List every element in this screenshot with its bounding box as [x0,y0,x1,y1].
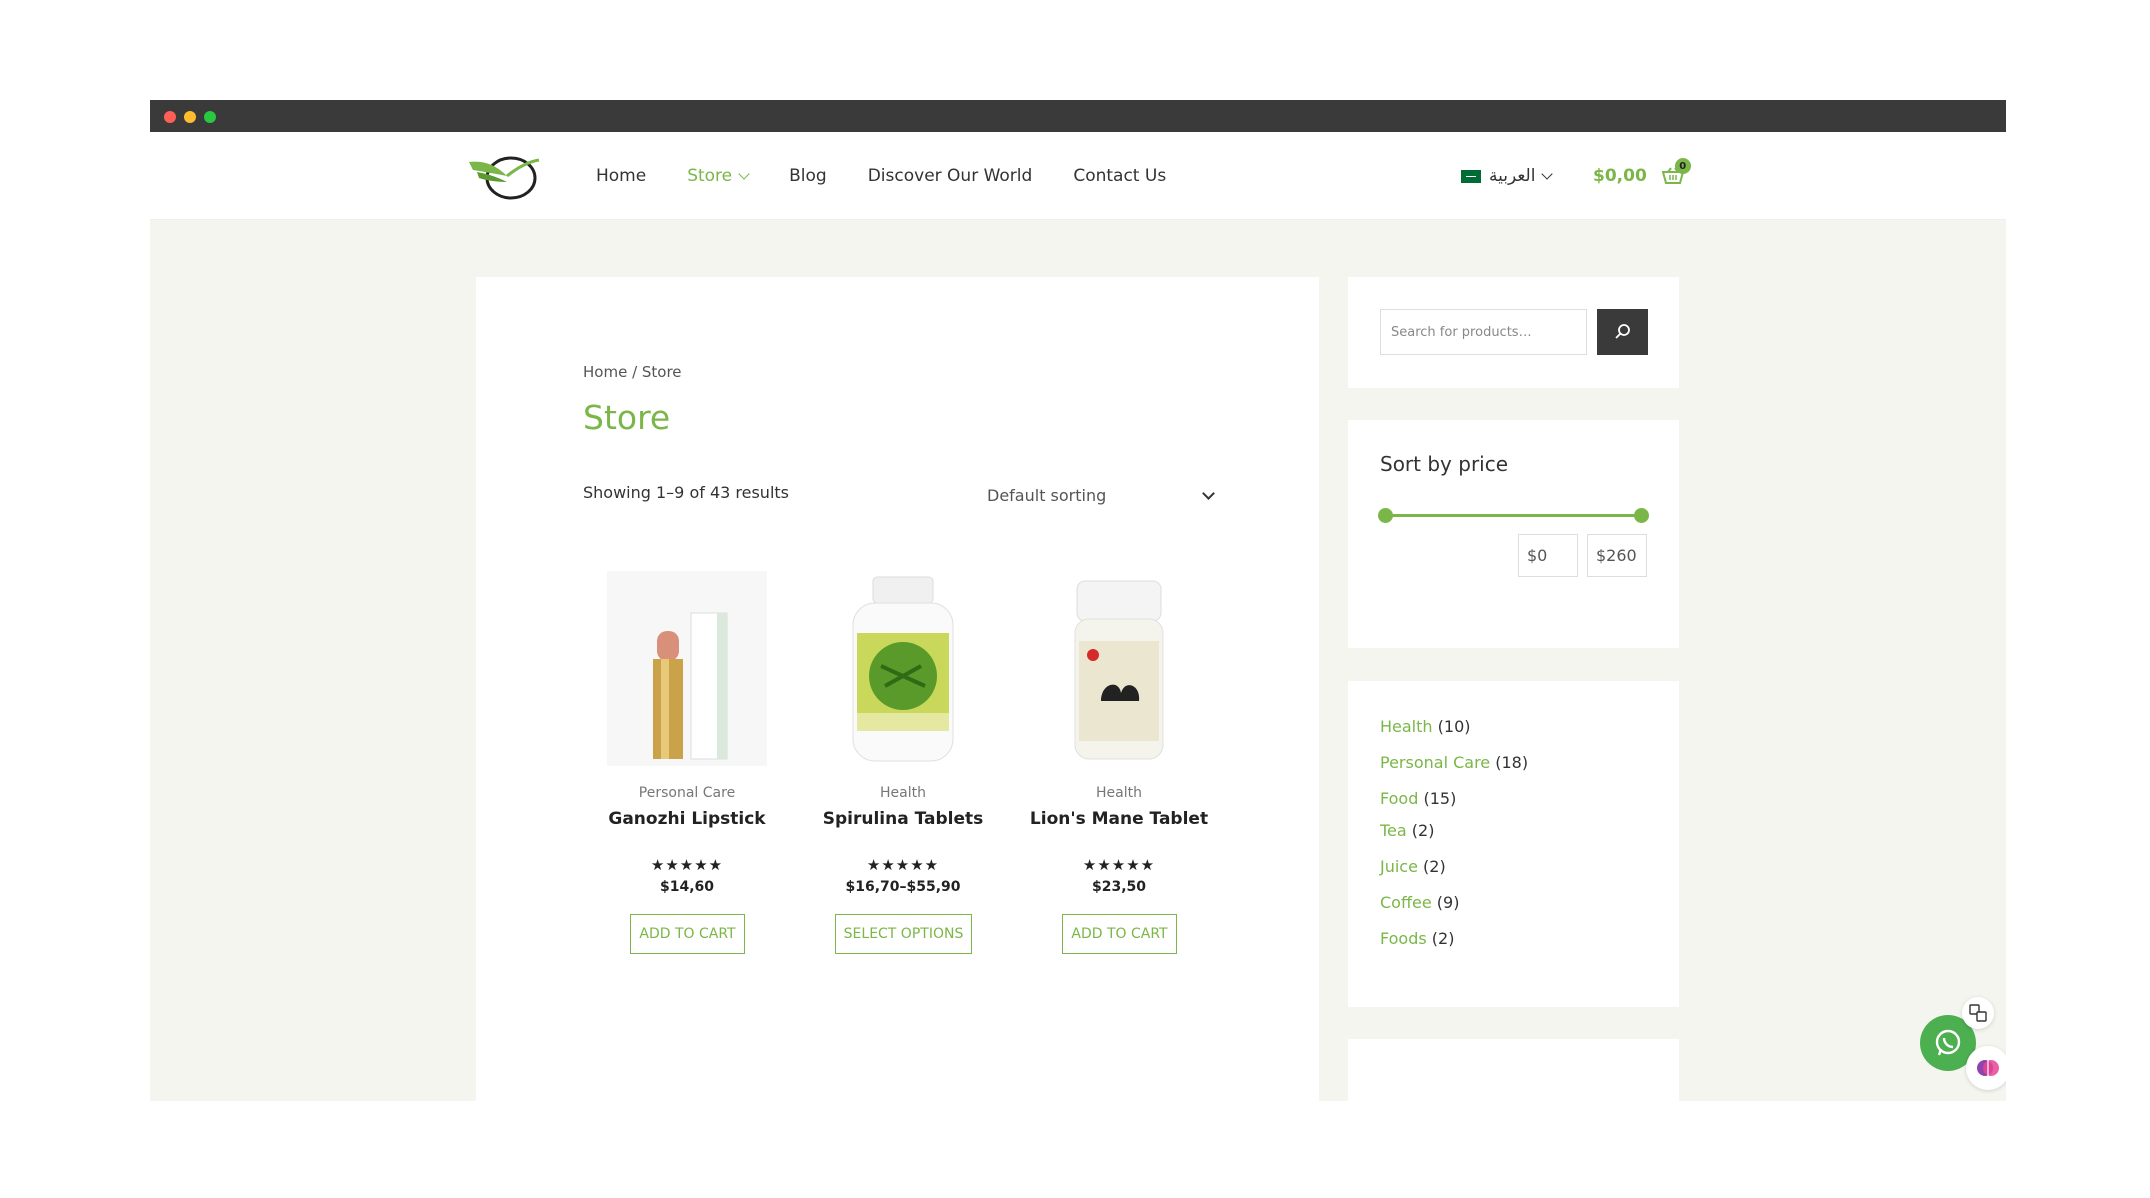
product-image[interactable] [607,571,767,766]
category-link[interactable]: Tea [1380,821,1407,840]
nav-home[interactable]: Home [596,166,646,186]
category-link[interactable]: Coffee [1380,893,1432,912]
category-count: (2) [1411,821,1435,840]
category-link[interactable]: Food [1380,789,1418,808]
category-link[interactable]: Juice [1380,857,1418,876]
sorting-value: Default sorting [987,486,1107,505]
language-label: العربية [1489,166,1536,186]
browser-window: Home Store Blog Discover Our World Conta… [150,100,2006,1101]
ai-assistant-button[interactable] [1966,1046,2006,1090]
price-slider-min-handle[interactable] [1378,508,1393,523]
product-category: Health [880,785,926,801]
sorting-select[interactable]: Default sorting [987,486,1215,505]
categories-widget: Health (10) Personal Care (18) Food (15)… [1348,681,1679,1007]
add-to-cart-button[interactable]: ADD TO CART [630,914,745,954]
max-price-input[interactable]: $260 [1587,534,1647,577]
minimize-window-button[interactable] [184,111,196,123]
page-title: Store [583,398,671,437]
add-to-cart-button[interactable]: ADD TO CART [1062,914,1177,954]
translate-icon [1969,1004,1987,1022]
translate-button[interactable] [1962,997,1994,1029]
nav-discover[interactable]: Discover Our World [868,166,1033,186]
product-category: Health [1096,785,1142,801]
price-filter-title: Sort by price [1380,452,1509,476]
nav-contact[interactable]: Contact Us [1073,166,1166,186]
star-rating: ★★★★★ [866,856,940,874]
main-nav: Home Store Blog Discover Our World Conta… [596,132,1166,220]
select-options-button[interactable]: SELECT OPTIONS [835,914,972,954]
brain-icon [1977,1060,1999,1076]
nav-store-label: Store [687,166,733,186]
product-price: $14,60 [659,879,715,895]
cart-count-badge: 0 [1674,158,1691,174]
chevron-down-icon [1541,167,1554,180]
site-logo[interactable] [467,148,543,204]
min-price-input[interactable]: $0 [1518,534,1578,577]
price-filter-widget: Sort by price $0 $260 [1348,420,1679,648]
category-item[interactable]: Coffee (9) [1380,893,1459,912]
result-count: Showing 1–9 of 43 results [583,483,789,502]
search-button[interactable] [1597,309,1648,355]
category-count: (2) [1423,857,1446,876]
star-rating: ★★★★★ [1082,856,1156,874]
whatsapp-icon [1935,1029,1961,1056]
product-price: $16,70–$55,90 [845,879,961,895]
chevron-down-icon [738,167,750,180]
product-name[interactable]: Lion's Mane Tablet [1019,809,1219,829]
chevron-down-icon [1202,486,1215,500]
product-image[interactable] [1039,571,1199,766]
category-link[interactable]: Personal Care [1380,753,1490,772]
saudi-flag-icon [1461,169,1481,183]
sidebar-widget [1348,1039,1679,1101]
maximize-window-button[interactable] [204,111,216,123]
search-icon [1614,324,1630,339]
category-item[interactable]: Personal Care (18) [1380,753,1528,772]
product-image[interactable] [823,571,983,766]
category-item[interactable]: Tea (2) [1380,821,1434,840]
cart-icon: 0 [1661,158,1691,185]
category-item[interactable]: Foods (2) [1380,929,1454,948]
price-slider-track[interactable] [1386,514,1642,517]
main-content: Home / Store Store Showing 1–9 of 43 res… [476,277,1319,1101]
category-link[interactable]: Foods [1380,929,1427,948]
category-link[interactable]: Health [1380,717,1433,736]
category-item[interactable]: Health (10) [1380,717,1470,736]
product-price: $23,50 [1091,879,1147,895]
category-item[interactable]: Food (15) [1380,789,1456,808]
price-slider-max-handle[interactable] [1634,508,1649,523]
product-name[interactable]: Ganozhi Lipstick [587,809,787,829]
product-category: Personal Care [638,785,736,801]
category-count: (2) [1431,929,1455,948]
search-widget: Search for products… [1348,277,1679,388]
search-input[interactable]: Search for products… [1380,309,1587,355]
browser-titlebar [150,100,2006,132]
cart-total: $0,00 [1593,166,1647,186]
language-switcher[interactable]: العربية [1461,132,1554,220]
product-name[interactable]: Spirulina Tablets [803,809,1003,829]
header-cart[interactable]: $0,00 0 [1593,132,1691,220]
nav-blog[interactable]: Blog [789,166,827,186]
category-count: (15) [1423,789,1457,808]
nav-store[interactable]: Store [687,166,750,186]
category-count: (9) [1436,893,1460,912]
breadcrumb[interactable]: Home / Store [583,363,682,381]
star-rating: ★★★★★ [650,856,724,874]
category-count: (10) [1437,717,1471,736]
close-window-button[interactable] [164,111,176,123]
category-item[interactable]: Juice (2) [1380,857,1446,876]
site-header: Home Store Blog Discover Our World Conta… [150,132,2006,220]
category-count: (18) [1495,753,1529,772]
